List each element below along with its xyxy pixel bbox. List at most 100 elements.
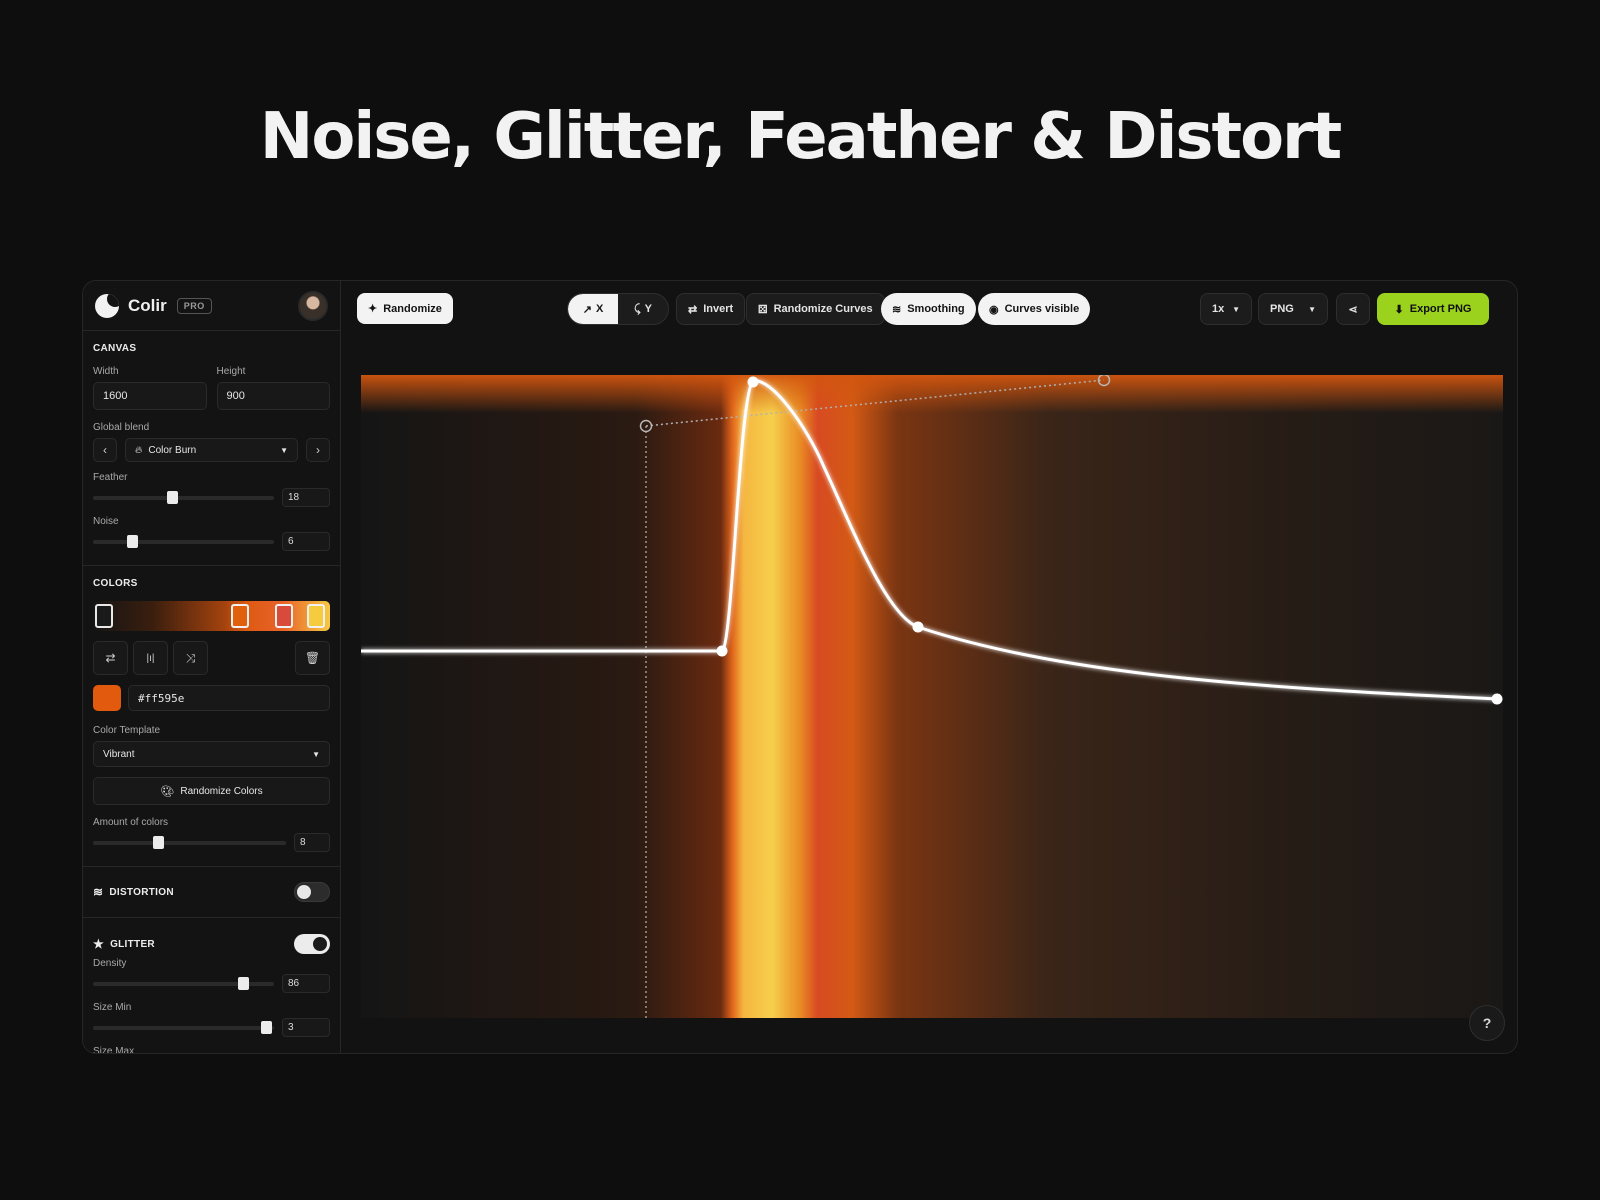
curve-point[interactable] [1491,693,1503,705]
amount-of-colors-input[interactable]: 8 [294,833,330,852]
avatar[interactable] [298,290,328,321]
hex-color-input[interactable]: #ff595e [128,685,330,711]
shuffle-colors-button[interactable]: ⤨ [173,641,208,675]
colors-section-title: COLORS [93,578,138,589]
size-min-value-input[interactable]: 3 [282,1018,330,1037]
chevron-down-icon: ▼ [312,749,320,759]
color-stop-handle[interactable] [231,604,249,628]
download-icon: ⬇ [1394,303,1404,316]
distribute-colors-button[interactable]: |ı| [133,641,168,675]
curve-point[interactable] [912,621,924,633]
width-input[interactable]: 1600 [93,382,207,410]
canvas-section-title: CANVAS [93,343,137,354]
shuffle-icon: ⤨ [185,650,196,665]
density-slider-thumb[interactable] [238,976,249,990]
randomize-button-label: Randomize [383,302,442,315]
format-select[interactable]: PNG ▼ [1258,293,1328,325]
blend-select[interactable]: 🔥︎ Color Burn ▼ [125,438,298,462]
app-window: Colir PRO CANVAS Width 1600 Height 900 G… [82,280,1518,1054]
smoothing-button[interactable]: ≋ Smoothing [881,293,976,325]
color-stop-handle[interactable] [95,604,113,628]
dice-icon: ⚄ [758,303,768,316]
curve-point[interactable] [747,376,759,388]
export-png-button[interactable]: ⬇ Export PNG [1377,293,1489,325]
width-label: Width [93,366,119,377]
pro-badge: PRO [176,297,212,314]
export-png-label: Export PNG [1409,303,1472,315]
sparkles-icon: ✦ [368,303,378,315]
color-gradient-bar[interactable] [93,601,330,631]
color-stop-handle[interactable] [275,604,293,628]
chevron-right-icon: › [316,443,320,457]
scale-select[interactable]: 1x ▼ [1200,293,1252,325]
colir-logo-icon [95,293,119,318]
distortion-toggle[interactable] [294,882,330,902]
size-min-slider[interactable] [93,1020,274,1034]
randomize-curves-button[interactable]: ⚄ Randomize Curves [746,293,885,325]
share-button[interactable]: ⋖ [1336,293,1370,325]
waves-icon: ≋ [892,303,902,316]
brand-name: Colir [128,295,167,315]
amount-of-colors-label: Amount of colors [93,817,169,828]
amount-slider-thumb[interactable] [153,835,164,849]
axis-y-button[interactable]: ⤹ Y [618,294,668,324]
eye-icon: ◉ [989,303,999,316]
blend-next-button[interactable]: › [306,438,330,462]
toolbar: ✦ Randomize ↗ X ⤹ Y ⇄ Invert ⚄ Randomize C… [341,281,1517,337]
feather-slider[interactable] [93,490,274,504]
waves-icon: ≋ [93,885,104,899]
color-template-label: Color Template [93,725,161,736]
curve-point[interactable] [716,645,728,657]
sidebar: Colir PRO CANVAS Width 1600 Height 900 G… [83,281,341,1054]
smoothing-label: Smoothing [907,303,965,315]
blend-prev-button[interactable]: ‹ [93,438,117,462]
trend-icon: ↗ [582,303,592,316]
selected-color-swatch[interactable] [93,685,121,711]
glitter-toggle[interactable] [294,934,330,954]
question-icon: ? [1482,1015,1492,1031]
color-template-select[interactable]: Vibrant ▼ [93,741,330,767]
invert-button[interactable]: ⇄ Invert [676,293,746,325]
star-icon: ★ [93,937,105,951]
chevron-down-icon: ▼ [1232,304,1240,314]
help-button[interactable]: ? [1469,1005,1505,1041]
noise-slider[interactable] [93,534,274,548]
randomize-colors-button[interactable]: 🎨︎ Randomize Colors [93,777,330,805]
curves-visible-label: Curves visible [1004,303,1080,315]
canvas-section: CANVAS Width 1600 Height 900 Global blen… [83,331,340,566]
size-min-label: Size Min [93,1002,132,1013]
gradient-canvas-svg [361,375,1503,1018]
randomize-colors-label: Randomize Colors [180,785,263,797]
distortion-header: ≋ DISTORTION [93,882,330,902]
color-template-value: Vibrant [103,748,135,760]
glitter-title: GLITTER [110,938,155,950]
density-label: Density [93,958,127,969]
amount-of-colors-slider[interactable] [93,835,286,849]
noise-slider-thumb[interactable] [127,534,138,548]
delete-color-button[interactable]: 🗑︎ [295,641,330,675]
sidebar-header: Colir PRO [83,281,340,331]
distortion-section: ≋ DISTORTION [83,867,340,918]
axis-x-label: X [595,303,604,315]
feather-slider-thumb[interactable] [167,490,178,504]
gradient-canvas[interactable] [361,375,1503,1018]
curves-visible-button[interactable]: ◉ Curves visible [978,293,1091,325]
noise-label: Noise [93,516,119,527]
size-max-label: Size Max [93,1046,135,1054]
color-stop-handle[interactable] [307,604,325,628]
noise-value-input[interactable]: 6 [282,532,330,551]
scale-select-value: 1x [1212,303,1225,315]
axis-x-button[interactable]: ↗ X [568,294,618,324]
share-icon: ⋖ [1348,303,1358,316]
density-slider[interactable] [93,976,274,990]
glitter-section: ★ GLITTER Density 86 Size Min 3 Size Max [83,918,340,1054]
density-value-input[interactable]: 86 [282,974,330,993]
swap-colors-button[interactable]: ⇄ [93,641,128,675]
top-glow [361,375,1503,413]
distribute-icon: |ı| [146,652,155,664]
height-input[interactable]: 900 [216,382,330,410]
feather-value-input[interactable]: 18 [282,488,330,507]
global-blend-label: Global blend [93,422,150,433]
randomize-button[interactable]: ✦ Randomize [357,293,453,324]
size-min-slider-thumb[interactable] [261,1020,272,1034]
